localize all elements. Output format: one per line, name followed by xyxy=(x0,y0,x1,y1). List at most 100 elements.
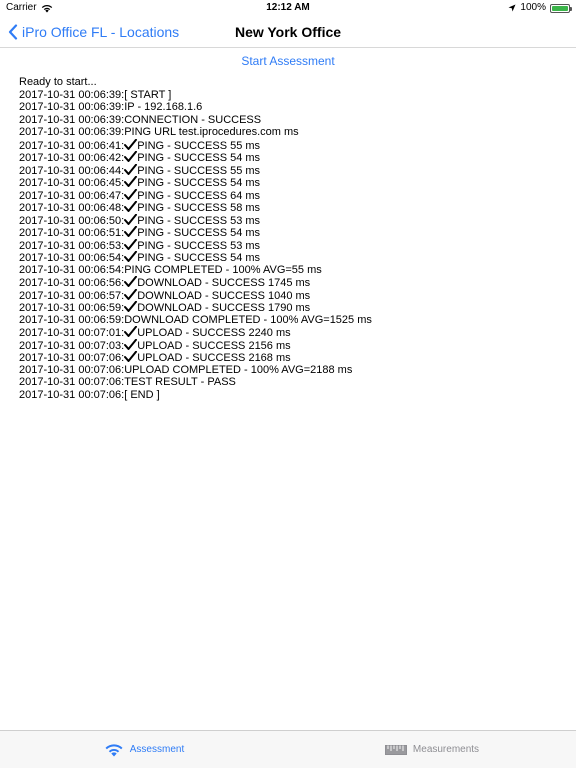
log-timestamp: 2017-10-31 00:06:39: xyxy=(19,101,125,113)
status-time: 12:12 AM xyxy=(266,2,310,13)
log-message: PING COMPLETED - 100% AVG=55 ms xyxy=(124,263,322,276)
log-line: 2017-10-31 00:06:59: DOWNLOAD - SUCCESS 1… xyxy=(19,300,559,314)
log-timestamp: 2017-10-31 00:06:48: xyxy=(19,202,125,214)
checkmark-icon xyxy=(124,250,138,262)
log-timestamp: 2017-10-31 00:06:39: xyxy=(19,88,125,101)
checkmark-icon xyxy=(124,150,138,162)
log-line: 2017-10-31 00:06:57: DOWNLOAD - SUCCESS 1… xyxy=(19,288,559,302)
log-line: 2017-10-31 00:06:39:PING URL test.iproce… xyxy=(19,126,559,139)
checkmark-icon xyxy=(124,213,138,225)
start-assessment-button[interactable]: Start Assessment xyxy=(0,52,576,70)
log-message: DOWNLOAD - SUCCESS 1745 ms xyxy=(137,277,311,289)
log-message: TEST RESULT - PASS xyxy=(124,376,236,388)
log-line: 2017-10-31 00:06:39:[ START ] xyxy=(19,89,559,102)
checkmark-icon xyxy=(124,338,138,350)
checkmark-icon xyxy=(124,325,138,337)
log-message: DOWNLOAD - SUCCESS 1040 ms xyxy=(137,289,311,302)
battery-icon xyxy=(550,3,572,13)
log-timestamp: 2017-10-31 00:06:44: xyxy=(19,164,125,177)
log-timestamp: 2017-10-31 00:06:59: xyxy=(19,302,125,314)
back-button-label: iPro Office FL - Locations xyxy=(22,24,180,40)
log-line: 2017-10-31 00:06:54: PING - SUCCESS 54 ms xyxy=(19,250,559,264)
log-timestamp: 2017-10-31 00:06:54: xyxy=(19,263,125,276)
log-line: 2017-10-31 00:06:56: DOWNLOAD - SUCCESS 1… xyxy=(19,275,559,289)
log-line: 2017-10-31 00:06:53: PING - SUCCESS 53 ms xyxy=(19,238,559,252)
navigation-bar: iPro Office FL - Locations New York Offi… xyxy=(0,16,576,48)
tab-bar: Assessment Measurements xyxy=(0,730,576,768)
checkmark-icon xyxy=(124,288,138,300)
chevron-left-icon xyxy=(8,24,18,40)
log-line: 2017-10-31 00:07:01: UPLOAD - SUCCESS 224… xyxy=(19,325,559,339)
log-timestamp: 2017-10-31 00:06:53: xyxy=(19,239,125,252)
log-line: 2017-10-31 00:07:06: UPLOAD - SUCCESS 216… xyxy=(19,350,559,364)
log-timestamp: 2017-10-31 00:06:54: xyxy=(19,252,125,264)
log-line: 2017-10-31 00:06:50: PING - SUCCESS 53 ms xyxy=(19,213,559,227)
checkmark-icon xyxy=(124,163,138,175)
log-message: CONNECTION - SUCCESS xyxy=(124,113,262,126)
log-timestamp: 2017-10-31 00:07:06: xyxy=(19,388,125,401)
assessment-log: Ready to start... 2017-10-31 00:06:39:[ … xyxy=(19,76,559,401)
location-arrow-icon xyxy=(508,4,516,12)
log-message: [ START ] xyxy=(124,88,172,101)
checkmark-icon xyxy=(124,275,138,287)
log-timestamp: 2017-10-31 00:06:42: xyxy=(19,152,125,164)
log-message: DOWNLOAD COMPLETED - 100% AVG=1525 ms xyxy=(124,313,372,326)
log-line: 2017-10-31 00:06:59:DOWNLOAD COMPLETED -… xyxy=(19,314,559,327)
checkmark-icon xyxy=(124,225,138,237)
battery-nub xyxy=(570,6,572,11)
log-message: UPLOAD - SUCCESS 2168 ms xyxy=(137,352,291,364)
log-line: 2017-10-31 00:06:39:CONNECTION - SUCCESS xyxy=(19,114,559,127)
checkmark-icon xyxy=(124,200,138,212)
log-timestamp: 2017-10-31 00:06:45: xyxy=(19,177,125,189)
log-line: 2017-10-31 00:06:48: PING - SUCCESS 58 ms xyxy=(19,200,559,214)
back-button[interactable]: iPro Office FL - Locations xyxy=(8,16,179,48)
log-timestamp: 2017-10-31 00:07:06: xyxy=(19,352,125,364)
log-timestamp: 2017-10-31 00:07:06: xyxy=(19,376,125,388)
log-timestamp: 2017-10-31 00:06:41: xyxy=(19,139,125,152)
log-timestamp: 2017-10-31 00:06:57: xyxy=(19,289,125,302)
log-timestamp: 2017-10-31 00:07:03: xyxy=(19,339,125,352)
log-message: PING - SUCCESS 54 ms xyxy=(137,252,261,264)
log-message: PING - SUCCESS 54 ms xyxy=(137,177,261,189)
log-message: IP - 192.168.1.6 xyxy=(124,101,203,113)
status-bar: Carrier 12:12 AM 100% xyxy=(0,0,576,16)
log-line: 2017-10-31 00:07:06:UPLOAD COMPLETED - 1… xyxy=(19,364,559,377)
nav-divider xyxy=(0,47,576,48)
tab-assessment[interactable]: Assessment xyxy=(0,731,288,768)
ruler-icon xyxy=(384,744,407,755)
log-timestamp: 2017-10-31 00:06:56: xyxy=(19,277,125,289)
log-message: UPLOAD - SUCCESS 2240 ms xyxy=(137,327,291,339)
battery-fill xyxy=(552,5,568,11)
status-right: 100% xyxy=(508,0,572,16)
battery-percent: 100% xyxy=(520,2,546,13)
log-message: PING - SUCCESS 55 ms xyxy=(137,139,261,152)
log-timestamp: 2017-10-31 00:06:59: xyxy=(19,313,125,326)
log-timestamp: 2017-10-31 00:06:39: xyxy=(19,113,125,126)
tab-measurements[interactable]: Measurements xyxy=(288,731,576,768)
tab-measurements-label: Measurements xyxy=(412,744,480,755)
log-message: PING - SUCCESS 54 ms xyxy=(137,227,261,239)
log-line: 2017-10-31 00:07:03: UPLOAD - SUCCESS 215… xyxy=(19,338,559,352)
log-line: 2017-10-31 00:07:06:TEST RESULT - PASS xyxy=(19,376,559,389)
log-message: PING - SUCCESS 64 ms xyxy=(137,189,261,202)
checkmark-icon xyxy=(124,188,138,200)
checkmark-icon xyxy=(124,138,138,150)
log-message: PING - SUCCESS 53 ms xyxy=(137,239,261,252)
log-timestamp: 2017-10-31 00:06:50: xyxy=(19,214,125,227)
checkmark-icon xyxy=(124,350,138,362)
log-line: 2017-10-31 00:06:54:PING COMPLETED - 100… xyxy=(19,264,559,277)
log-line: 2017-10-31 00:06:44: PING - SUCCESS 55 ms xyxy=(19,163,559,177)
wifi-icon xyxy=(105,743,123,756)
log-message: UPLOAD - SUCCESS 2156 ms xyxy=(137,339,291,352)
log-timestamp: 2017-10-31 00:07:01: xyxy=(19,327,125,339)
checkmark-icon xyxy=(124,175,138,187)
log-line: 2017-10-31 00:06:41: PING - SUCCESS 55 ms xyxy=(19,138,559,152)
log-message: PING - SUCCESS 55 ms xyxy=(137,164,261,177)
log-line: 2017-10-31 00:06:51: PING - SUCCESS 54 ms xyxy=(19,225,559,239)
log-line: 2017-10-31 00:06:47: PING - SUCCESS 64 ms xyxy=(19,188,559,202)
log-line: 2017-10-31 00:06:45: PING - SUCCESS 54 ms xyxy=(19,175,559,189)
log-timestamp: 2017-10-31 00:06:47: xyxy=(19,189,125,202)
log-message: PING - SUCCESS 58 ms xyxy=(137,202,261,214)
log-message: PING URL test.iprocedures.com ms xyxy=(124,126,299,138)
log-line: 2017-10-31 00:06:39:IP - 192.168.1.6 xyxy=(19,101,559,114)
